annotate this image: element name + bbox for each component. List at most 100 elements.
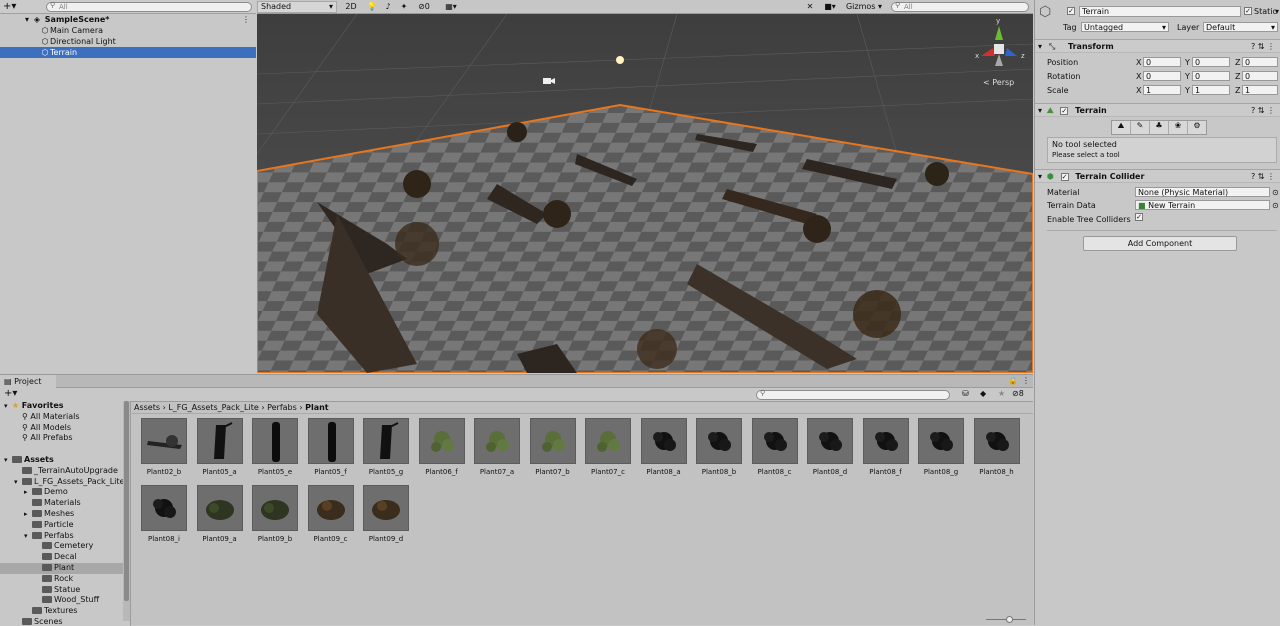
asset-tile[interactable]: Plant06_f bbox=[414, 418, 470, 482]
asset-tile[interactable]: Plant09_b bbox=[247, 485, 303, 549]
hierarchy-item-main-camera[interactable]: ⬡ Main Camera bbox=[0, 25, 256, 36]
transform-x-field[interactable]: 0 bbox=[1143, 57, 1181, 67]
directional-light-icon[interactable] bbox=[616, 56, 624, 64]
asset-tile[interactable]: Plant08_a bbox=[636, 418, 692, 482]
effects-toggle-icon[interactable]: ✦ bbox=[397, 1, 411, 13]
2d-toggle-button[interactable]: 2D bbox=[343, 1, 359, 13]
object-picker-icon[interactable]: ⊙ bbox=[1272, 186, 1279, 199]
object-name-field[interactable]: Terrain bbox=[1079, 6, 1241, 17]
hidden-packages-icon[interactable]: ⊘8 bbox=[1012, 389, 1024, 398]
layer-dropdown[interactable]: Default ▾ bbox=[1203, 22, 1278, 32]
axis-x-label[interactable]: X bbox=[1136, 56, 1141, 69]
transform-z-field[interactable]: 0 bbox=[1242, 57, 1278, 67]
static-dropdown-icon[interactable]: ▾ bbox=[1275, 7, 1279, 16]
material-object-field[interactable]: None (Physic Material) bbox=[1135, 187, 1270, 197]
terrain-data-object-field[interactable]: ■ New Terrain bbox=[1135, 200, 1270, 210]
paint-brush-icon[interactable]: ✎ bbox=[1131, 121, 1150, 134]
tree-colliders-checkbox[interactable]: ✓ bbox=[1135, 213, 1143, 221]
asset-tile[interactable]: Plant08_i bbox=[136, 485, 192, 549]
add-dropdown-icon[interactable]: +▾ bbox=[3, 0, 16, 13]
asset-tile[interactable]: Plant08_c bbox=[747, 418, 803, 482]
tree-item-materials[interactable]: Materials bbox=[0, 498, 130, 509]
asset-tile[interactable]: Plant09_d bbox=[358, 485, 414, 549]
transform-y-field[interactable]: 0 bbox=[1192, 57, 1230, 67]
scene-row[interactable]: ▾ ◈ SampleScene* ⋮ bbox=[0, 14, 256, 25]
axis-y-label[interactable]: Y bbox=[1185, 70, 1190, 83]
tree-item-cemetery[interactable]: Cemetery bbox=[0, 541, 130, 552]
asset-tile[interactable]: Plant08_h bbox=[969, 418, 1025, 482]
tree-item-all-models[interactable]: ⚲ All Models bbox=[0, 423, 130, 434]
asset-tile[interactable]: Plant05_e bbox=[247, 418, 303, 482]
foldout-arrow-icon[interactable]: ▾ bbox=[22, 14, 32, 25]
component-actions-icon[interactable]: ? ⇅ ⋮ bbox=[1251, 104, 1275, 117]
tree-item-perfabs[interactable]: ▾ Perfabs bbox=[0, 531, 130, 542]
asset-tile[interactable]: Plant05_a bbox=[192, 418, 248, 482]
scene-viewport[interactable] bbox=[257, 14, 1033, 373]
foldout-arrow-icon[interactable]: ▾ bbox=[1035, 42, 1042, 51]
tab-project[interactable]: ▤ Project bbox=[0, 375, 56, 388]
asset-tile[interactable]: Plant08_g bbox=[913, 418, 969, 482]
tree-item--terrainautoupgrade[interactable]: _TerrainAutoUpgrade bbox=[0, 466, 130, 477]
transform-z-field[interactable]: 0 bbox=[1242, 71, 1278, 81]
asset-tile[interactable]: Plant07_a bbox=[469, 418, 525, 482]
scene-menu-icon[interactable]: ⋮ bbox=[242, 14, 250, 25]
axis-y-label[interactable]: Y bbox=[1185, 84, 1190, 97]
tree-scrollbar[interactable] bbox=[123, 401, 130, 621]
foldout-arrow-icon[interactable]: ▸ bbox=[24, 487, 32, 498]
asset-tile[interactable]: Plant08_d bbox=[802, 418, 858, 482]
grid-toggle-icon[interactable]: ▦▾ bbox=[439, 1, 463, 13]
search-by-type-icon[interactable]: ⛁ bbox=[962, 389, 969, 398]
tree-item-textures[interactable]: Textures bbox=[0, 606, 130, 617]
breadcrumb-plant[interactable]: Plant bbox=[305, 403, 329, 412]
tree-item-decal[interactable]: Decal bbox=[0, 552, 130, 563]
paint-details-icon[interactable]: ❀ bbox=[1169, 121, 1188, 134]
static-checkbox[interactable]: ✓ bbox=[1244, 6, 1252, 15]
raise-terrain-icon[interactable]: ⛰ bbox=[1112, 121, 1131, 134]
tree-item-all-prefabs[interactable]: ⚲ All Prefabs bbox=[0, 433, 130, 444]
axis-z-label[interactable]: Z bbox=[1235, 84, 1240, 97]
tree-item-l-fg-assets-pack-lite[interactable]: ▾ L_FG_Assets_Pack_Lite bbox=[0, 477, 130, 488]
asset-tile[interactable]: Plant07_b bbox=[525, 418, 581, 482]
transform-x-field[interactable]: 0 bbox=[1143, 71, 1181, 81]
breadcrumb-assets[interactable]: Assets bbox=[134, 403, 160, 412]
hierarchy-item-terrain[interactable]: ⬡ Terrain bbox=[0, 47, 256, 58]
tree-item-rock[interactable]: Rock bbox=[0, 574, 130, 585]
scene-search-input[interactable]: All bbox=[891, 2, 1029, 12]
asset-tile[interactable]: Plant09_c bbox=[303, 485, 359, 549]
object-picker-icon[interactable]: ⊙ bbox=[1272, 199, 1279, 212]
terrain-settings-icon[interactable]: ⚙ bbox=[1188, 121, 1206, 134]
terrain-collider-header[interactable]: ▾ ⬢ ✓ Terrain Collider ? ⇅ ⋮ bbox=[1035, 169, 1280, 183]
component-actions-icon[interactable]: ? ⇅ ⋮ bbox=[1251, 170, 1275, 183]
search-by-label-icon[interactable]: ◆ bbox=[980, 389, 986, 398]
terrain-enabled-checkbox[interactable]: ✓ bbox=[1060, 106, 1069, 115]
tools-icon[interactable]: ✕ bbox=[803, 1, 817, 13]
axis-x-label[interactable]: X bbox=[1136, 84, 1141, 97]
create-dropdown-icon[interactable]: +▾ bbox=[4, 388, 17, 399]
panel-menu-icon[interactable]: ⋮ bbox=[1022, 376, 1030, 385]
asset-tile[interactable]: Plant08_f bbox=[858, 418, 914, 482]
transform-y-field[interactable]: 1 bbox=[1192, 85, 1230, 95]
foldout-arrow-icon[interactable]: ▾ bbox=[24, 531, 32, 542]
hierarchy-search-input[interactable]: All bbox=[46, 2, 252, 12]
component-actions-icon[interactable]: ? ⇅ ⋮ bbox=[1251, 40, 1275, 53]
breadcrumb-perfabs[interactable]: Perfabs bbox=[267, 403, 297, 412]
transform-y-field[interactable]: 0 bbox=[1192, 71, 1230, 81]
add-component-button[interactable]: Add Component bbox=[1083, 236, 1237, 251]
tree-item-particle[interactable]: Particle bbox=[0, 520, 130, 531]
tree-item-assets[interactable]: ▾ Assets bbox=[0, 455, 130, 466]
scene-view[interactable]: Shaded ▾ 2D 💡 ♪ ✦ ⊘0 ▦▾ ✕ ■▾ Gizmos ▾ Al… bbox=[257, 0, 1033, 373]
foldout-arrow-icon[interactable]: ▾ bbox=[4, 455, 12, 466]
tree-item-meshes[interactable]: ▸ Meshes bbox=[0, 509, 130, 520]
asset-tile[interactable]: Plant08_b bbox=[691, 418, 747, 482]
asset-tile[interactable]: Plant09_a bbox=[192, 485, 248, 549]
asset-tile[interactable]: Plant05_f bbox=[303, 418, 359, 482]
transform-x-field[interactable]: 1 bbox=[1143, 85, 1181, 95]
orientation-gizmo[interactable]: y x z < Persp bbox=[973, 17, 1029, 87]
tree-item-all-materials[interactable]: ⚲ All Materials bbox=[0, 412, 130, 423]
project-search-input[interactable] bbox=[756, 390, 950, 400]
camera-gizmo-icon[interactable] bbox=[543, 78, 555, 84]
camera-dropdown-icon[interactable]: ■▾ bbox=[819, 1, 841, 13]
foldout-arrow-icon[interactable]: ▸ bbox=[24, 509, 32, 520]
axis-z-label[interactable]: Z bbox=[1235, 70, 1240, 83]
foldout-arrow-icon[interactable]: ▾ bbox=[1035, 106, 1042, 115]
